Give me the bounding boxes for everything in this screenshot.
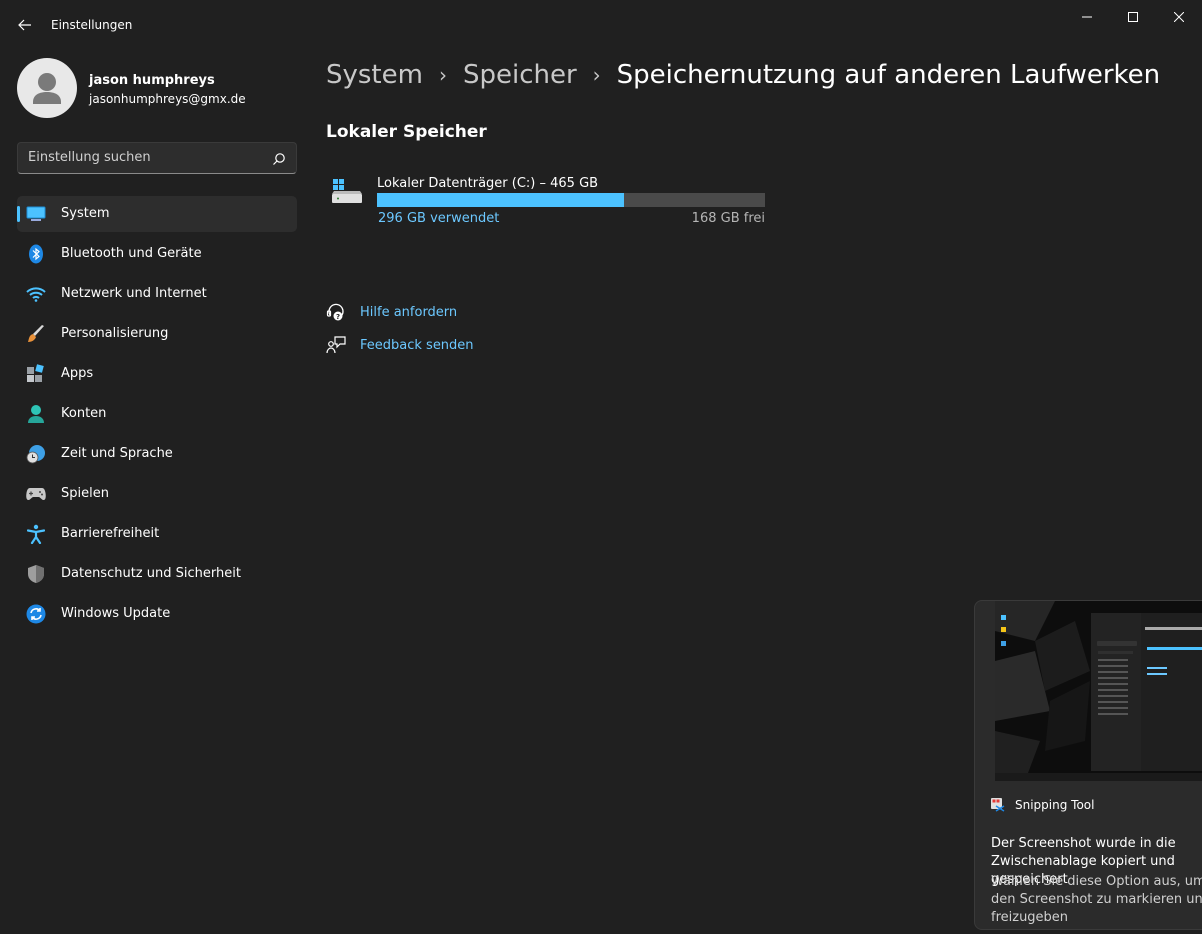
sidebar-item-network[interactable]: Netzwerk und Internet — [17, 276, 297, 312]
account-icon — [26, 404, 46, 424]
drive-label: Lokaler Datenträger (C:) – 465 GB — [377, 176, 599, 191]
sidebar-item-label: Datenschutz und Sicherheit — [61, 566, 241, 581]
avatar[interactable] — [17, 58, 77, 118]
sidebar-item-label: Konten — [61, 406, 107, 421]
storage-usage-bar — [377, 193, 765, 207]
accessibility-icon — [26, 524, 46, 544]
storage-usage-fill — [377, 193, 624, 207]
minimize-button[interactable] — [1064, 0, 1110, 34]
sidebar-item-personalization[interactable]: Personalisierung — [17, 316, 297, 352]
sidebar-item-label: Zeit und Sprache — [61, 446, 173, 461]
globe-clock-icon — [26, 444, 46, 464]
sidebar-item-windows-update[interactable]: Windows Update — [17, 596, 297, 632]
help-link-label: Hilfe anfordern — [360, 304, 458, 320]
sidebar-item-accessibility[interactable]: Barrierefreiheit — [17, 516, 297, 552]
profile-name: jason humphreys — [89, 73, 215, 88]
sidebar-item-label: System — [61, 206, 110, 221]
feedback-link-label: Feedback senden — [360, 337, 474, 353]
user-silhouette-icon — [33, 73, 61, 104]
sidebar-item-privacy[interactable]: Datenschutz und Sicherheit — [17, 556, 297, 592]
maximize-icon — [1128, 12, 1138, 22]
breadcrumb-item-system[interactable]: System — [326, 60, 423, 90]
bluetooth-icon — [26, 244, 46, 264]
sidebar-item-label: Netzwerk und Internet — [61, 286, 207, 301]
shield-icon — [26, 564, 46, 584]
arrow-left-icon — [18, 19, 31, 31]
close-icon — [1174, 12, 1184, 22]
search-icon[interactable] — [272, 152, 286, 166]
sidebar-item-accounts[interactable]: Konten — [17, 396, 297, 432]
help-icon: ? — [326, 303, 344, 321]
sidebar-item-label: Bluetooth und Geräte — [61, 246, 202, 261]
snipping-tool-notification[interactable]: Snipping Tool Der Screenshot wurde in di… — [974, 600, 1202, 930]
toast-body: Wählen Sie diese Option aus, um den Scre… — [991, 874, 1202, 925]
wifi-icon — [26, 284, 46, 304]
apps-icon — [26, 364, 46, 384]
brush-icon — [26, 324, 46, 344]
back-button[interactable] — [10, 10, 40, 40]
toast-app-name: Snipping Tool — [1015, 798, 1095, 812]
drive-item-c[interactable]: Lokaler Datenträger (C:) – 465 GB 296 GB… — [326, 172, 776, 232]
sidebar-item-system[interactable]: System — [17, 196, 297, 232]
sidebar-item-time-language[interactable]: Zeit und Sprache — [17, 436, 297, 472]
breadcrumb-item-storage[interactable]: Speicher — [463, 60, 577, 90]
hard-drive-icon — [332, 179, 362, 203]
sidebar-item-gaming[interactable]: Spielen — [17, 476, 297, 512]
sidebar-item-bluetooth[interactable]: Bluetooth und Geräte — [17, 236, 297, 272]
sidebar-item-label: Barrierefreiheit — [61, 526, 160, 541]
help-link[interactable]: ? Hilfe anfordern — [326, 302, 457, 322]
breadcrumb: System › Speicher › Speichernutzung auf … — [326, 60, 1160, 90]
update-icon — [26, 604, 46, 624]
system-icon — [26, 204, 46, 224]
app-title: Einstellungen — [51, 18, 133, 32]
toast-app-header: Snipping Tool — [990, 797, 1094, 813]
chevron-right-icon: › — [438, 63, 447, 87]
snipping-tool-icon — [991, 798, 1005, 812]
storage-used-label: 296 GB verwendet — [378, 211, 500, 226]
page-title: Speichernutzung auf anderen Laufwerken — [616, 60, 1161, 90]
feedback-link[interactable]: Feedback senden — [326, 335, 474, 355]
sidebar-item-label: Personalisierung — [61, 326, 169, 341]
gamepad-icon — [26, 484, 46, 504]
sidebar-item-label: Windows Update — [61, 606, 171, 621]
svg-text:?: ? — [336, 313, 340, 321]
maximize-button[interactable] — [1110, 0, 1156, 34]
search-input[interactable] — [28, 150, 258, 165]
storage-free-label: 168 GB frei — [691, 211, 765, 226]
section-title: Lokaler Speicher — [326, 122, 487, 142]
chevron-right-icon: › — [592, 63, 601, 87]
minimize-icon — [1082, 16, 1092, 18]
search-box[interactable] — [17, 142, 297, 174]
screenshot-thumbnail[interactable] — [995, 601, 1202, 781]
sidebar-nav: System Bluetooth und Geräte Netzwerk und… — [17, 196, 297, 636]
profile-email: jasonhumphreys@gmx.de — [89, 92, 246, 106]
close-button[interactable] — [1156, 0, 1202, 34]
title-bar: Einstellungen — [0, 0, 1202, 48]
sidebar-item-label: Spielen — [61, 486, 109, 501]
sidebar-item-apps[interactable]: Apps — [17, 356, 297, 392]
feedback-icon — [326, 336, 346, 354]
sidebar-item-label: Apps — [61, 366, 94, 381]
screenshot-preview-icon — [995, 601, 1202, 781]
